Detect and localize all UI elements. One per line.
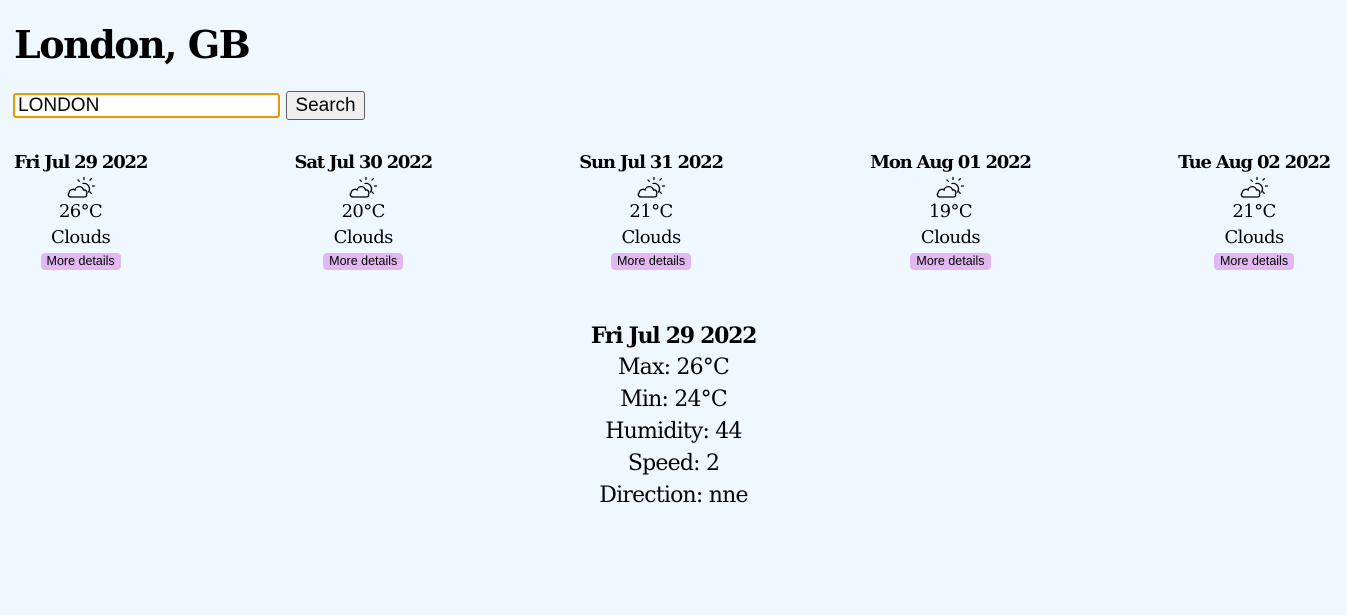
- page-title: London, GB: [14, 22, 251, 67]
- forecast-date: Sun Jul 31 2022: [579, 152, 724, 173]
- forecast-temp: 21°C: [1232, 201, 1276, 222]
- forecast-description: Clouds: [333, 227, 394, 248]
- forecast-temp: 21°C: [629, 201, 673, 222]
- forecast-list: Fri Jul 29 2022 26°C Clouds More details…: [14, 151, 1331, 270]
- forecast-day: Sun Jul 31 2022 21°C Clouds More details: [579, 151, 724, 270]
- details-speed: Speed: 2: [627, 451, 720, 476]
- forecast-description: Clouds: [920, 227, 981, 248]
- search-button[interactable]: Search: [286, 91, 365, 120]
- forecast-day: Fri Jul 29 2022 26°C Clouds More details: [14, 151, 148, 270]
- more-details-button[interactable]: More details: [1214, 253, 1295, 270]
- partly-cloudy-icon: [937, 176, 965, 198]
- details-max: Max: 26°C: [617, 355, 730, 380]
- forecast-temp: 19°C: [928, 201, 973, 222]
- forecast-temp: 26°C: [58, 201, 103, 222]
- forecast-temp: 20°C: [341, 201, 386, 222]
- more-details-button[interactable]: More details: [40, 253, 121, 270]
- search-bar: Search: [13, 91, 365, 120]
- forecast-day: Sat Jul 30 2022 20°C Clouds More details: [294, 151, 434, 270]
- partly-cloudy-icon: [349, 176, 378, 198]
- more-details-button[interactable]: More details: [323, 253, 404, 270]
- details-humidity: Humidity: 44: [605, 419, 742, 444]
- forecast-date: Tue Aug 02 2022: [1178, 152, 1331, 173]
- more-details-button[interactable]: More details: [910, 253, 991, 270]
- forecast-description: Clouds: [621, 227, 681, 248]
- details-panel: Fri Jul 29 2022 Max: 26°C Min: 24°C Humi…: [0, 320, 1347, 512]
- details-date: Fri Jul 29 2022: [590, 323, 758, 349]
- forecast-date: Fri Jul 29 2022: [14, 152, 148, 173]
- forecast-description: Clouds: [1224, 227, 1284, 248]
- forecast-day: Mon Aug 01 2022 19°C Clouds More details: [870, 151, 1032, 270]
- partly-cloudy-icon: [1240, 176, 1269, 198]
- partly-cloudy-icon: [67, 176, 95, 198]
- details-direction: Direction: nne: [599, 483, 748, 508]
- forecast-description: Clouds: [51, 227, 111, 248]
- search-input[interactable]: [13, 93, 280, 118]
- forecast-date: Sat Jul 30 2022: [294, 152, 434, 173]
- more-details-button[interactable]: More details: [610, 253, 692, 270]
- details-min: Min: 24°C: [620, 387, 728, 412]
- forecast-date: Mon Aug 01 2022: [870, 152, 1032, 173]
- partly-cloudy-icon: [637, 176, 666, 198]
- forecast-day: Tue Aug 02 2022 21°C Clouds More details: [1178, 151, 1331, 270]
